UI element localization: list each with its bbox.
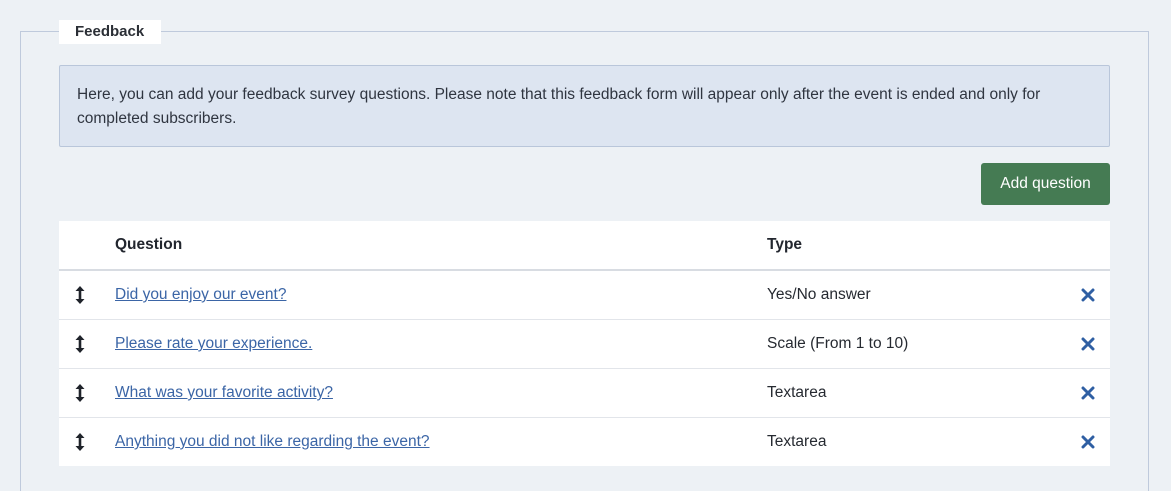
question-column-header: Question xyxy=(115,236,183,253)
question-link[interactable]: Anything you did not like regarding the … xyxy=(115,433,430,451)
arrows-vertical-icon[interactable] xyxy=(73,334,87,354)
question-type: Textarea xyxy=(767,384,827,401)
close-icon[interactable] xyxy=(1081,386,1095,400)
type-column-header: Type xyxy=(767,236,803,253)
arrows-vertical-icon[interactable] xyxy=(73,383,87,403)
arrows-vertical-icon[interactable] xyxy=(73,285,87,305)
arrows-vertical-icon[interactable] xyxy=(73,432,87,452)
question-type: Textarea xyxy=(767,433,827,450)
question-link[interactable]: Did you enjoy our event? xyxy=(115,286,286,304)
questions-table: Question Type Did you enjoy our event? Y… xyxy=(59,221,1110,466)
close-icon[interactable] xyxy=(1081,288,1095,302)
question-link[interactable]: Please rate your experience. xyxy=(115,335,312,353)
table-row: What was your favorite activity? Textare… xyxy=(59,369,1110,418)
info-alert: Here, you can add your feedback survey q… xyxy=(59,65,1110,147)
question-type: Scale (From 1 to 10) xyxy=(767,335,909,352)
add-question-button[interactable]: Add question xyxy=(981,163,1110,205)
fieldset-legend: Feedback xyxy=(59,20,161,44)
question-link[interactable]: What was your favorite activity? xyxy=(115,384,333,402)
close-icon[interactable] xyxy=(1081,435,1095,449)
table-row: Did you enjoy our event? Yes/No answer xyxy=(59,271,1110,320)
question-type: Yes/No answer xyxy=(767,286,871,303)
table-row: Anything you did not like regarding the … xyxy=(59,418,1110,466)
close-icon[interactable] xyxy=(1081,337,1095,351)
table-header: Question Type xyxy=(59,221,1110,271)
table-row: Please rate your experience. Scale (From… xyxy=(59,320,1110,369)
